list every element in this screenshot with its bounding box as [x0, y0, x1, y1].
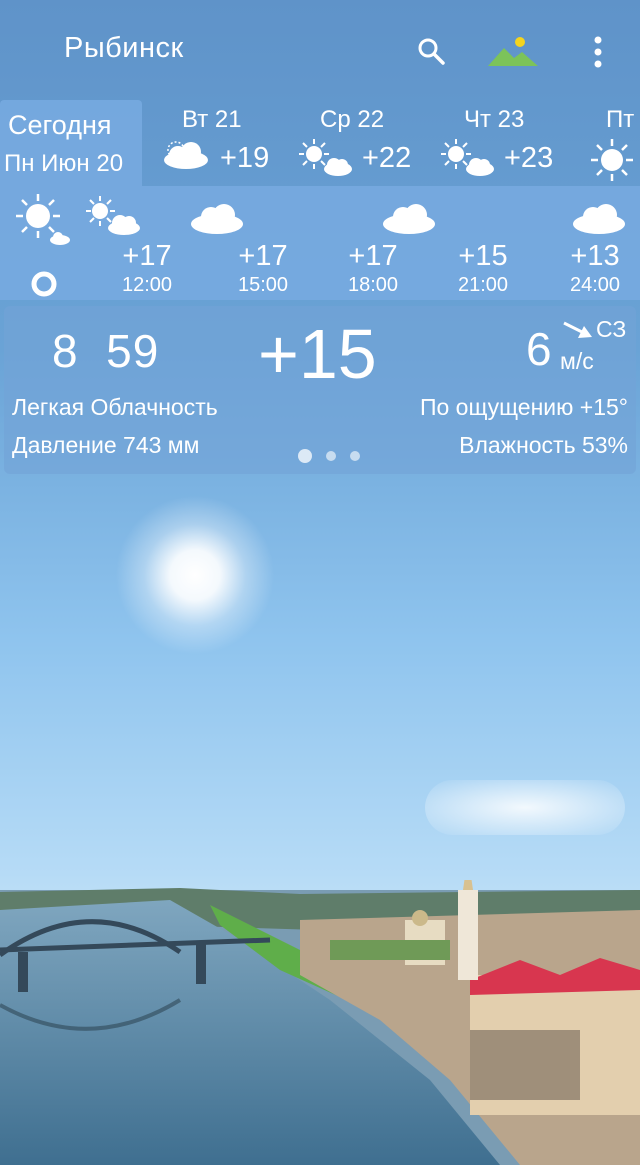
background-cloud [425, 780, 625, 835]
hour-temp: +17 [238, 240, 288, 272]
app-header: Рыбинск [0, 0, 640, 100]
clock-time: 8 59 [52, 325, 160, 377]
hour-temp: +15 [458, 240, 508, 272]
wind-direction-arrow-icon [563, 321, 592, 338]
today-date: Пн Июн 20 [4, 150, 124, 177]
cloud-icon [191, 204, 243, 234]
hour-time: 12:00 [121, 274, 173, 296]
day-tab-wed[interactable]: Ср 22 +22 [298, 100, 428, 186]
hourly-forecast: +17 12:00 +17 15:00 +17 18:00 +15 21:00 … [0, 186, 640, 300]
hour-time: 18:00 [347, 274, 399, 296]
hour-item: +17 18:00 [318, 186, 435, 300]
city-landscape-image [0, 880, 640, 1165]
partly-sunny-icon [16, 194, 70, 245]
hour-time: 24:00 [569, 274, 621, 296]
day-temp: +23 [504, 142, 554, 174]
partly-sunny-icon [299, 139, 352, 176]
cloudy-icon [164, 141, 208, 169]
day-temp: +19 [220, 142, 270, 174]
search-icon[interactable] [416, 36, 446, 71]
more-vert-icon[interactable] [592, 36, 604, 73]
humidity: Влажность 53% [459, 432, 628, 458]
day-name: Чт 23 [464, 106, 525, 133]
page-indicator [298, 447, 374, 465]
wind-unit: м/с [560, 348, 594, 374]
hour-temp: +13 [570, 240, 620, 272]
day-tab-thu[interactable]: Чт 23 +23 [440, 100, 570, 186]
wind-speed: 6 [526, 323, 552, 375]
hour-temp: +17 [348, 240, 398, 272]
partly-sunny-icon [86, 196, 140, 235]
current-temperature: +15 [258, 315, 377, 393]
day-tab-tue[interactable]: Вт 21 +19 [158, 100, 288, 186]
day-tab-fri[interactable]: Пт [584, 100, 640, 186]
partly-sunny-icon [441, 139, 494, 176]
hour-time: 21:00 [457, 274, 509, 296]
wind-direction: СЗ [596, 316, 627, 342]
page-dot [326, 450, 336, 461]
sun-icon [591, 139, 633, 181]
cloud-icon [573, 204, 625, 234]
day-name: Пт [606, 106, 635, 133]
city-name[interactable]: Рыбинск [64, 32, 184, 65]
tab-today[interactable]: Сегодня Пн Июн 20 [0, 100, 142, 186]
daily-forecast-strip: Сегодня Пн Июн 20 Вт 21 +19 Ср 22 +22 Чт… [0, 100, 640, 186]
day-temp: +22 [362, 142, 412, 174]
feels-like: По ощущению +15° [419, 394, 628, 420]
pressure: Давление 743 мм [12, 432, 200, 458]
current-conditions-card[interactable]: 8 59 +15 6 СЗ м/с Легкая Облачность По о… [4, 306, 636, 474]
landscape-icon[interactable] [488, 34, 538, 73]
page-dot-active [298, 448, 312, 463]
page-dot [350, 450, 360, 461]
day-name: Ср 22 [320, 106, 385, 133]
current-time-marker-icon [31, 271, 57, 297]
hour-item: +15 21:00 [428, 186, 538, 300]
today-label: Сегодня [8, 110, 112, 140]
condition-text: Легкая Облачность [12, 394, 218, 420]
hour-item: +13 24:00 [540, 186, 640, 300]
hour-item: +17 15:00 [191, 186, 318, 300]
day-name: Вт 21 [182, 106, 242, 133]
hour-time: 15:00 [237, 274, 289, 296]
background-sun [115, 495, 275, 655]
hour-temp: +17 [122, 240, 172, 272]
